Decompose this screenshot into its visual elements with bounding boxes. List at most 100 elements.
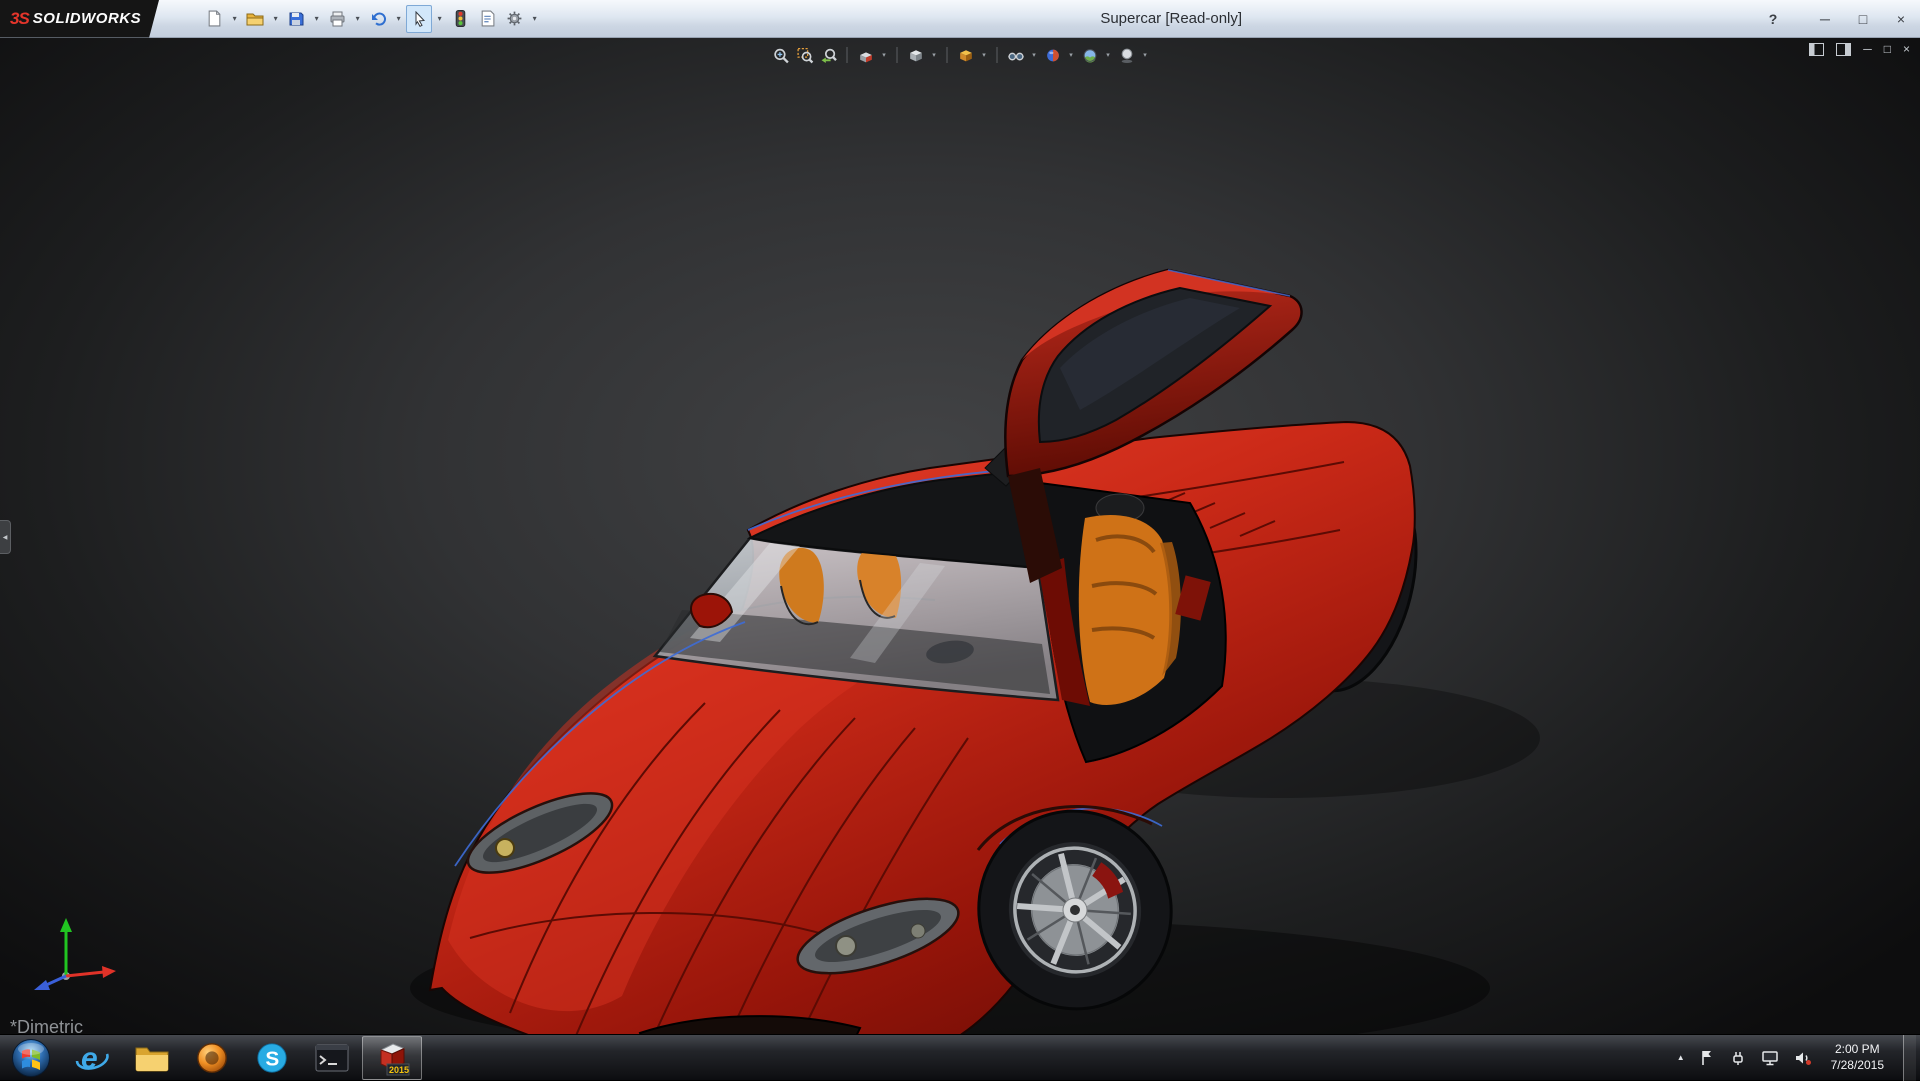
power-plug-icon[interactable] <box>1729 1049 1747 1067</box>
section-view-dropdown[interactable]: ▾ <box>880 51 889 59</box>
undo-dropdown[interactable]: ▾ <box>392 14 405 23</box>
zoom-to-fit-button[interactable] <box>771 45 791 65</box>
minimize-window-button[interactable]: ─ <box>1816 11 1834 27</box>
solidworks-app-icon: 2015 <box>374 1040 410 1076</box>
view-settings-button[interactable] <box>1117 45 1137 65</box>
skype-icon: S <box>255 1041 289 1075</box>
previous-view-button[interactable] <box>819 45 839 65</box>
view-orientation-button[interactable] <box>906 45 926 65</box>
command-prompt-icon <box>314 1043 350 1073</box>
featuremanager-collapse-tab[interactable]: ◀ <box>0 520 11 554</box>
taskbar-solidworks-2015[interactable]: 2015 <box>362 1036 422 1080</box>
split-pane-right-icon[interactable] <box>1836 43 1851 56</box>
solidworks-year-badge: 2015 <box>389 1065 409 1075</box>
view-orientation-label: *Dimetric <box>10 1017 83 1034</box>
window-controls: ? ─ □ × <box>1764 0 1910 38</box>
file-properties-button[interactable] <box>474 5 500 33</box>
tray-expand-chevron[interactable]: ▲ <box>1677 1053 1685 1062</box>
save-dropdown[interactable]: ▾ <box>310 14 323 23</box>
select-tool-dropdown[interactable]: ▾ <box>433 14 446 23</box>
tray-clock[interactable]: 2:00 PM 7/28/2015 <box>1825 1042 1890 1073</box>
network-monitor-icon[interactable] <box>1760 1049 1780 1067</box>
zoom-to-area-icon <box>796 47 813 64</box>
open-button[interactable] <box>242 5 268 33</box>
maximize-window-button[interactable]: □ <box>1854 11 1872 27</box>
zoom-to-fit-icon <box>772 47 789 64</box>
undo-arrow-icon <box>370 11 387 27</box>
select-cursor-icon <box>412 11 427 27</box>
split-pane-left-icon[interactable] <box>1809 43 1824 56</box>
open-folder-icon <box>246 11 264 27</box>
hud-separator <box>997 47 998 63</box>
close-document-button[interactable]: × <box>1903 42 1910 56</box>
windows-start-orb-icon <box>11 1038 51 1078</box>
restore-document-button[interactable]: □ <box>1884 42 1891 56</box>
hud-separator <box>847 47 848 63</box>
taskbar-command-prompt[interactable] <box>302 1036 362 1080</box>
taskbar-windows-explorer[interactable] <box>122 1036 182 1080</box>
ie-letter: e <box>81 1042 98 1075</box>
tray-time: 2:00 PM <box>1831 1042 1884 1058</box>
display-style-icon <box>957 47 974 64</box>
hide-show-items-button[interactable] <box>1006 45 1026 65</box>
section-view-icon <box>857 47 874 64</box>
select-tool-button[interactable] <box>406 5 432 33</box>
headsup-view-toolbar: ▾ ▾ ▾ ▾ ▾ ▾ ▾ <box>765 43 1156 67</box>
apply-scene-dropdown[interactable]: ▾ <box>1104 51 1113 59</box>
titlebar: 3S SOLIDWORKS ▾ ▾ ▾ ▾ ▾ ▾ <box>0 0 1920 38</box>
edit-appearance-dropdown[interactable]: ▾ <box>1067 51 1076 59</box>
hud-separator <box>947 47 948 63</box>
display-style-dropdown[interactable]: ▾ <box>980 51 989 59</box>
view-orientation-dropdown[interactable]: ▾ <box>930 51 939 59</box>
new-document-button[interactable] <box>201 5 227 33</box>
show-desktop-button[interactable] <box>1903 1035 1916 1081</box>
hide-show-glasses-icon <box>1007 47 1024 64</box>
rebuild-traffic-light-icon <box>455 10 466 27</box>
print-icon <box>329 11 346 27</box>
new-document-icon <box>206 10 223 27</box>
open-dropdown[interactable]: ▾ <box>269 14 282 23</box>
apply-scene-button[interactable] <box>1080 45 1100 65</box>
view-orientation-cube-icon <box>907 47 924 64</box>
taskbar-media-player[interactable] <box>182 1036 242 1080</box>
start-button[interactable] <box>0 1036 62 1080</box>
action-center-flag-icon[interactable] <box>1698 1049 1716 1067</box>
driver-seat <box>1079 515 1172 705</box>
volume-icon[interactable] <box>1793 1049 1812 1067</box>
document-title: Supercar [Read-only] <box>1100 0 1242 38</box>
display-style-button[interactable] <box>956 45 976 65</box>
view-settings-dropdown[interactable]: ▾ <box>1141 51 1150 59</box>
viewport-canvas[interactable]: ▾ ▾ ▾ ▾ ▾ ▾ ▾ ─ □ × <box>0 38 1920 1034</box>
zoom-to-area-button[interactable] <box>795 45 815 65</box>
internet-explorer-icon: e <box>74 1040 110 1076</box>
options-gear-icon <box>506 10 523 27</box>
standard-toolbar: ▾ ▾ ▾ ▾ ▾ ▾ ▾ <box>201 5 541 33</box>
options-dropdown[interactable]: ▾ <box>528 14 541 23</box>
previous-view-icon <box>820 47 837 64</box>
print-dropdown[interactable]: ▾ <box>351 14 364 23</box>
coordinate-triad <box>24 908 120 992</box>
close-window-button[interactable]: × <box>1892 11 1910 27</box>
edit-appearance-icon <box>1044 47 1061 64</box>
file-properties-icon <box>480 10 495 27</box>
edit-appearance-button[interactable] <box>1043 45 1063 65</box>
undo-button[interactable] <box>365 5 391 33</box>
new-document-dropdown[interactable]: ▾ <box>228 14 241 23</box>
solidworks-logo: 3S SOLIDWORKS <box>0 0 159 38</box>
panel-arrow-icon: ◀ <box>3 534 8 541</box>
folder-icon <box>134 1043 170 1073</box>
print-button[interactable] <box>324 5 350 33</box>
taskbar-internet-explorer[interactable]: e <box>62 1036 122 1080</box>
rebuild-button[interactable] <box>447 5 473 33</box>
hide-show-items-dropdown[interactable]: ▾ <box>1030 51 1039 59</box>
solidworks-logo-text: SOLIDWORKS <box>33 10 141 27</box>
options-button[interactable] <box>501 5 527 33</box>
save-button[interactable] <box>283 5 309 33</box>
taskbar-skype[interactable]: S <box>242 1036 302 1080</box>
system-tray: ▲ 2:00 PM 7/28/2015 <box>1677 1035 1920 1081</box>
supercar-model <box>0 38 1920 1034</box>
help-icon[interactable]: ? <box>1764 11 1782 27</box>
minimize-document-button[interactable]: ─ <box>1863 42 1872 56</box>
section-view-button[interactable] <box>856 45 876 65</box>
solidworks-logo-mark-icon: 3S <box>10 9 29 29</box>
